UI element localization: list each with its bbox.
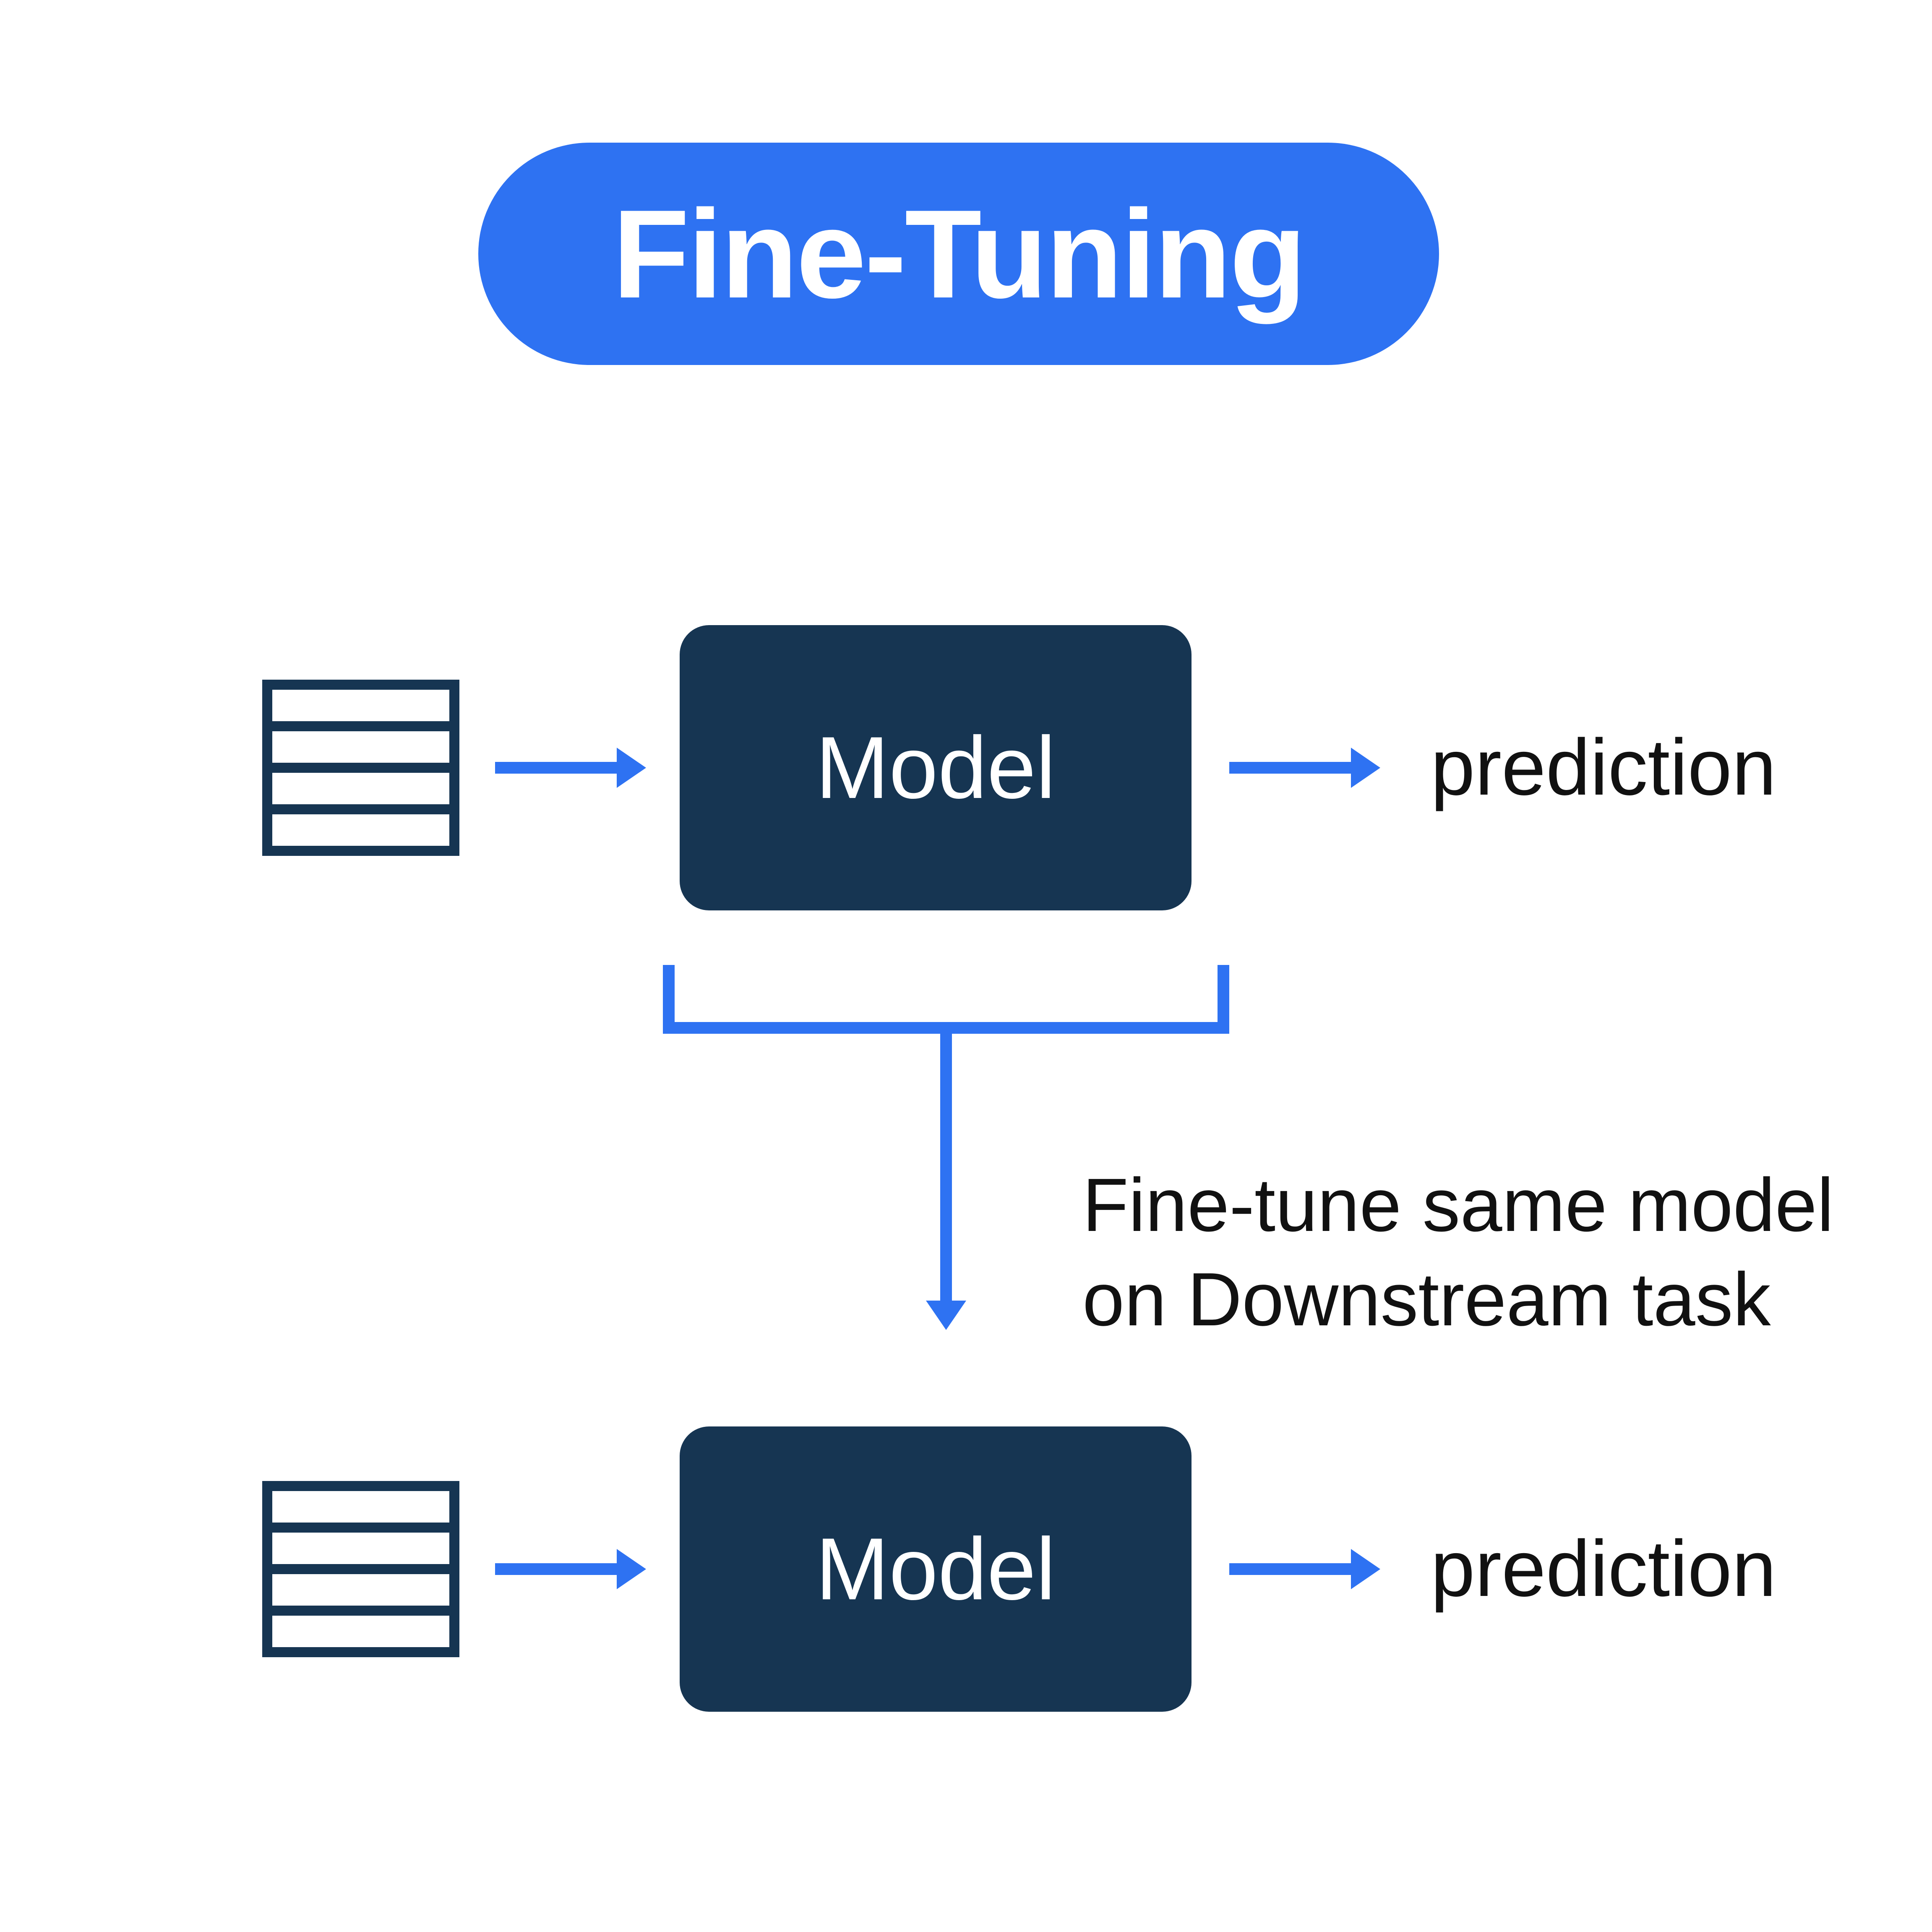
model-label: Model	[816, 1518, 1056, 1620]
model-box: Model	[680, 625, 1192, 910]
prediction-label: prediction	[1431, 722, 1776, 813]
title-text: Fine-Tuning	[613, 181, 1305, 326]
model-label: Model	[816, 717, 1056, 819]
arrow-icon	[1229, 751, 1380, 785]
data-table-icon	[262, 1481, 459, 1657]
caption-line-2: on Downstream task	[1082, 1252, 1834, 1347]
data-table-icon	[262, 680, 459, 856]
title-pill: Fine-Tuning	[478, 143, 1439, 365]
model-box: Model	[680, 1426, 1192, 1712]
arrow-icon	[495, 751, 646, 785]
fine-tune-caption: Fine-tune same model on Downstream task	[1082, 1158, 1834, 1347]
arrow-icon	[1229, 1552, 1380, 1586]
arrow-icon	[495, 1552, 646, 1586]
caption-line-1: Fine-tune same model	[1082, 1158, 1834, 1252]
prediction-label: prediction	[1431, 1523, 1776, 1614]
